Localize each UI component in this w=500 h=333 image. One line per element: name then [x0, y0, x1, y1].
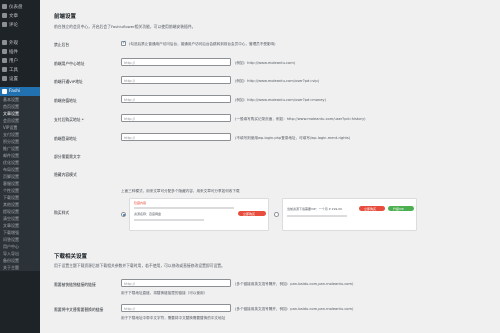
sidebar-subitem[interactable]: 基本设置 — [0, 96, 40, 103]
comment-icon — [2, 22, 7, 27]
sidebar-subitem[interactable]: 提现设置 — [0, 208, 40, 215]
sidebar-subitem[interactable]: 个性设置 — [0, 187, 40, 194]
sidebar-subitem[interactable]: 其他设置 — [0, 201, 40, 208]
settings-main: 前端设置 前台独立的会员中心，开启后会了Fashiuflower相关功能，可以使… — [40, 0, 500, 333]
theme-icon — [2, 89, 7, 94]
sidebar-item-plugins[interactable]: 插件 — [0, 47, 40, 56]
user-icon — [2, 58, 7, 63]
row-label-purchase-url: 支付后购买地址 * — [54, 117, 84, 122]
login-url-input[interactable]: http:// — [121, 133, 231, 141]
sidebar-item-posts[interactable]: 文章 — [0, 11, 40, 20]
preview1-tag: 隐藏内容 — [134, 201, 147, 205]
sidebar-subitem[interactable]: 首页设置 — [0, 103, 40, 110]
user-center-url-input[interactable]: http:// — [121, 58, 231, 66]
chinese-link-input[interactable]: http:// — [121, 304, 231, 312]
style-option-2-radio[interactable] — [274, 212, 279, 217]
vip-url-input[interactable]: http:// — [121, 76, 231, 84]
preview2-vip-text: 升级VIP — [393, 206, 404, 211]
admin-sidebar: 仪表盘 文章 评论 外观 插件 用户 工具 设置 Fashi 基本设置 首页设置文… — [0, 0, 40, 333]
purchase-url-hint: (一般填写购买记录页面，例如：http://www.moleantu.com/u… — [235, 117, 366, 121]
plugin-icon — [2, 49, 7, 54]
style-option-2-preview: 当前资源下载需要VIP：一个月 ¥ 199.00 立即购买 升级VIP — [282, 198, 417, 231]
settings-icon — [2, 76, 7, 81]
sidebar-subitem[interactable]: 支付设置 — [0, 131, 40, 138]
direct-link-hint: (多个链接用英文逗号隔开，例如：pan.baidu.com,pan.molean… — [235, 282, 354, 286]
brush-icon — [2, 40, 7, 45]
direct-link-desc: 用于下载地址直链，将替换链接里的链接（可以使用） — [121, 291, 208, 295]
sidebar-subitem[interactable]: 问答设置 — [0, 236, 40, 243]
chinese-link-hint: (多个链接用英文逗号隔开，例如：pan.baidu.com,pan.molean… — [235, 307, 354, 311]
sidebar-subitem[interactable]: 推广设置 — [0, 145, 40, 152]
dashboard-icon — [2, 4, 7, 9]
row-label-disable-backend: 禁止后台 — [54, 42, 70, 47]
row-label-login-url: 前端登录地址 — [54, 136, 77, 141]
sidebar-subitem[interactable]: 下载增强 — [0, 229, 40, 236]
purchase-url-input[interactable]: http:// — [121, 114, 231, 122]
chinese-link-desc: 用于下载地址中带中文字符，需要将中文替换需要替换的中文地址 — [121, 316, 226, 320]
recharge-url-input[interactable]: http:// — [121, 95, 231, 103]
sidebar-subitem[interactable]: 客服设置 — [0, 180, 40, 187]
row-label-hidden-mode: 隐藏内容模式 — [54, 172, 77, 177]
sidebar-subitem[interactable]: 关于主题 — [0, 264, 40, 271]
disable-backend-desc: (勾选后禁止普通用户访问后台，普通用户访问后台会跳转到前台会员中心，管理员不受影… — [129, 42, 276, 46]
preview2-line — [287, 215, 347, 217]
row-label-user-center: 前端用户中心地址 — [54, 61, 85, 66]
row-label-chinese-link: 需要将中文替需要替换的链接 — [54, 307, 104, 312]
preview2-text: 当前资源下载需要VIP：一个月 ¥ 199.00 — [287, 207, 343, 211]
preview2-buy-text: 立即购买 — [364, 206, 377, 211]
pin-icon — [2, 13, 7, 18]
sidebar-item-tools[interactable]: 工具 — [0, 65, 40, 74]
vip-url-hint: (例如：http://www.moleantu.com/user?pd=vip) — [235, 79, 320, 83]
section-desc-frontend: 前台独立的会员中心，开启后会了Fashiuflower相关功能，可以使用前端安装… — [54, 24, 196, 29]
preview1-text: 资源名称：百度网盘 — [134, 212, 162, 216]
sidebar-subitem[interactable]: 导入导出 — [0, 250, 40, 257]
sidebar-subitem[interactable]: 备份设置 — [0, 257, 40, 264]
row-label-partial-text: 部分需要需文字 — [54, 154, 81, 159]
sidebar-subitem[interactable]: VIP设置 — [0, 124, 40, 131]
user-center-hint: (例如：http://www.moleantu.com) — [235, 61, 296, 65]
wrench-icon — [2, 67, 7, 72]
sidebar-subitem[interactable]: 用户中心 — [0, 243, 40, 250]
style-desc: 上面三种模式，用来文章可分配多个隐藏内容，用来文章可分享如何收下载 — [121, 189, 240, 193]
sidebar-subitem[interactable]: 下载设置 — [0, 194, 40, 201]
sidebar-subitem[interactable]: 页脚设置 — [0, 173, 40, 180]
sidebar-item-theme[interactable]: Fashi — [0, 87, 40, 96]
row-label-purchase-style: 购买样式 — [54, 210, 70, 215]
row-label-direct-link: 需要被快链独链接的链接 — [54, 282, 96, 287]
login-url-hint: (不填写则使用wp-login.php登录地址，可填写/wp-login-men… — [235, 136, 351, 140]
sidebar-subitem[interactable]: 文章设置 — [0, 110, 40, 117]
preview1-buy-text: 立即购买 — [243, 211, 256, 216]
recharge-url-hint: (例如：http://www.moleantu.com/user?pd=mone… — [235, 98, 326, 102]
row-label-recharge-url: 前端充值地址 — [54, 98, 77, 103]
sidebar-item-appearance[interactable]: 外观 — [0, 38, 40, 47]
sidebar-subitem[interactable]: 邮件设置 — [0, 152, 40, 159]
sidebar-submenu: 基本设置 首页设置 文章设置 会员设置 VIP设置 支付设置 积分设置 推广设置 邮件设置 优化设… — [0, 96, 40, 271]
sidebar-subitem[interactable]: 布局设置 — [0, 166, 40, 173]
direct-link-input[interactable]: http:// — [121, 279, 231, 287]
preview1-line — [134, 207, 234, 209]
sidebar-subitem[interactable]: 文章设置 — [0, 222, 40, 229]
style-option-1-radio[interactable] — [121, 212, 126, 217]
section-title-frontend: 前端设置 — [54, 14, 77, 20]
sidebar-item-settings[interactable]: 设置 — [0, 74, 40, 83]
sidebar-item-dashboard[interactable]: 仪表盘 — [0, 2, 40, 11]
sidebar-item-comments[interactable]: 评论 — [0, 20, 40, 29]
sidebar-subitem[interactable]: 清空设置 — [0, 215, 40, 222]
preview1-line-2 — [134, 219, 204, 221]
disable-backend-checkbox[interactable] — [121, 40, 126, 46]
row-label-vip-url: 前端开通VIP地址 — [54, 79, 83, 84]
sidebar-subitem[interactable]: 优化设置 — [0, 159, 40, 166]
style-option-1-preview: 隐藏内容 资源名称：百度网盘 立即购买 — [129, 198, 269, 231]
section-desc-download: 用于设置主题下载资源后前下载相关参数并下载时用，若不使用，可以修改或直接修改设置… — [54, 263, 225, 268]
sidebar-subitem[interactable]: 积分设置 — [0, 138, 40, 145]
sidebar-item-users[interactable]: 用户 — [0, 56, 40, 65]
sidebar-subitem[interactable]: 会员设置 — [0, 117, 40, 124]
section-title-download: 下载相关设置 — [54, 254, 88, 260]
